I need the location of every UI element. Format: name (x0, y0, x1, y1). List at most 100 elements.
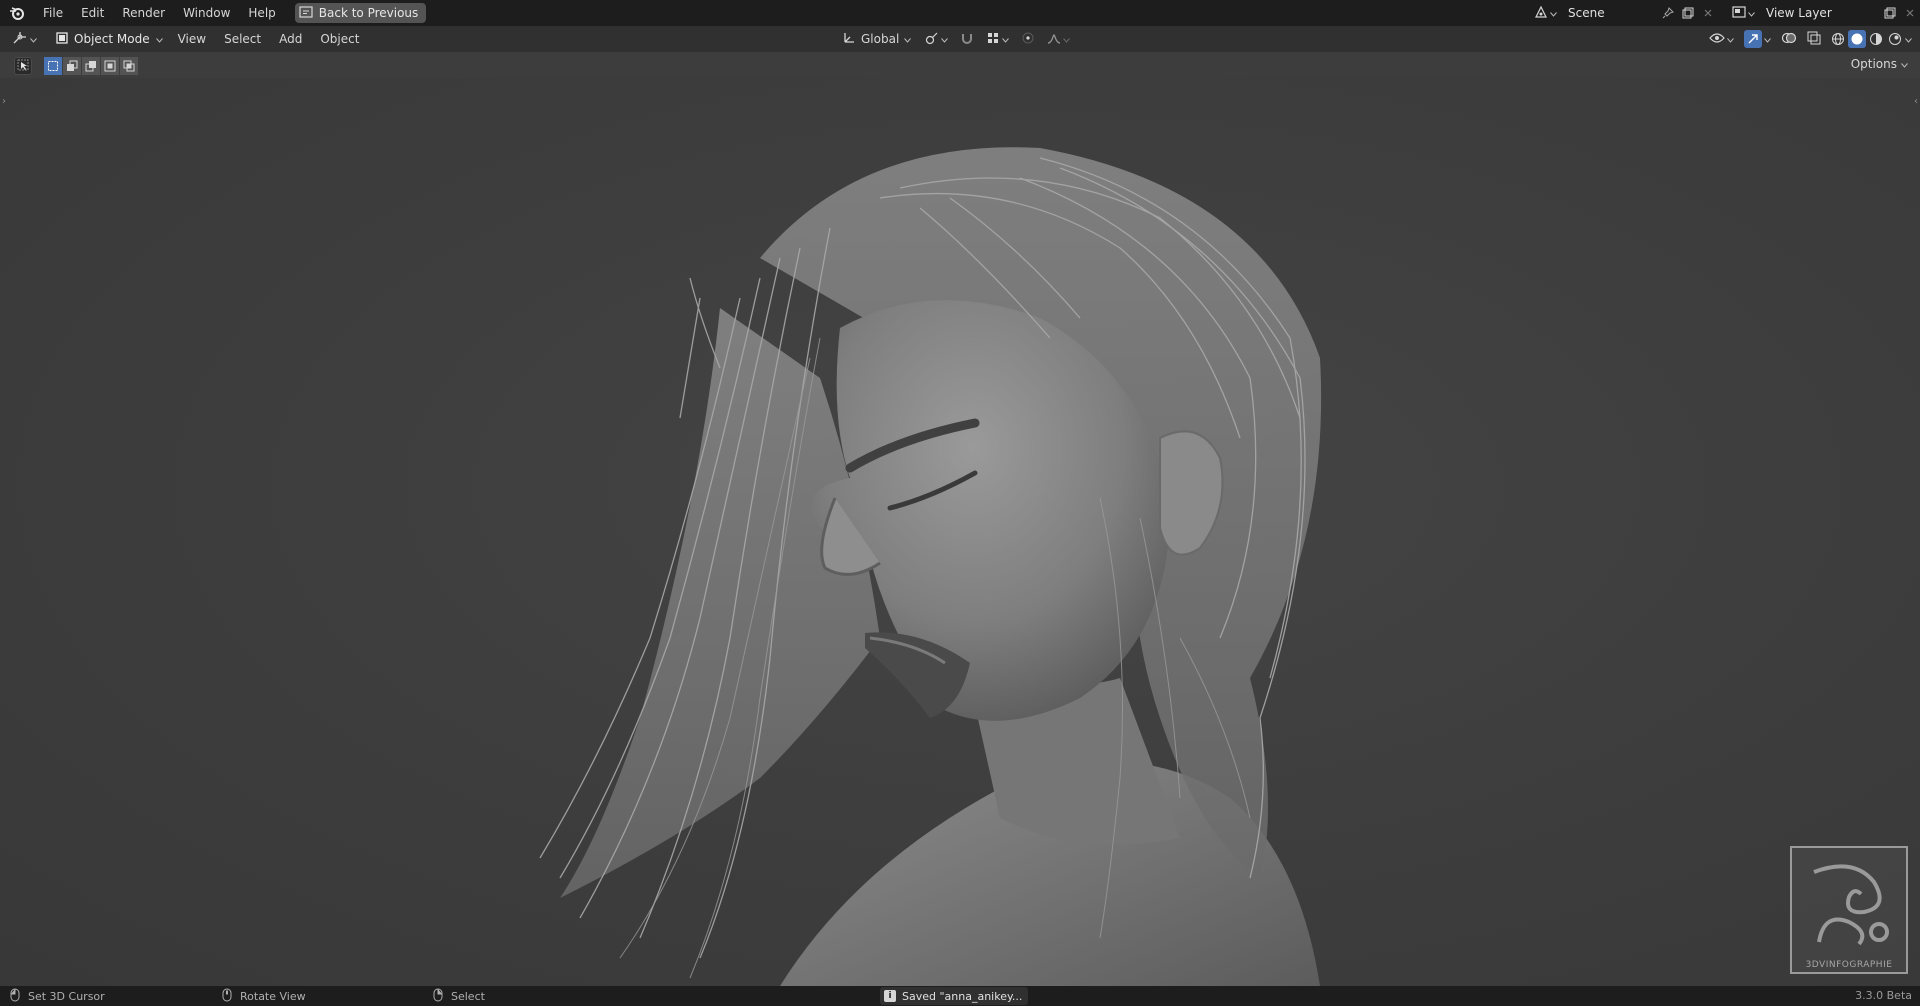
chevron-down-icon (30, 32, 37, 46)
snap-toggle[interactable] (956, 29, 978, 49)
pin-icon[interactable] (1658, 3, 1678, 23)
options-dropdown[interactable]: Options (1851, 57, 1908, 71)
eye-icon (1709, 32, 1725, 47)
scene-browse-button[interactable] (1528, 3, 1562, 23)
blender-version: 3.3.0 Beta (1855, 989, 1912, 1002)
chevron-down-icon (1901, 57, 1908, 71)
status-bar: Set 3D Cursor Rotate View Select i Saved… (0, 986, 1920, 1006)
chevron-down-icon (155, 32, 163, 46)
gizmo-toggle-group (1740, 29, 1775, 49)
orientation-label: Global (861, 32, 900, 46)
xray-toggle[interactable] (1803, 29, 1825, 49)
menu-file[interactable]: File (34, 3, 72, 23)
menu-add[interactable]: Add (270, 29, 311, 49)
screen-back-icon (299, 5, 313, 21)
save-report-text: Saved "anna_anikey... (902, 989, 1023, 1003)
scene-selector[interactable]: Scene (1528, 3, 1718, 23)
watermark-text: 3DVINFOGRAPHIE (1805, 960, 1893, 970)
active-tool-button[interactable] (14, 57, 32, 75)
view-layer-name-field[interactable]: View Layer (1760, 3, 1880, 23)
sculpted-character-model (539, 147, 1322, 986)
viewport-header: Object Mode View Select Add Object Globa… (0, 26, 1920, 52)
menu-select[interactable]: Select (215, 29, 270, 49)
proportional-edit-toggle[interactable] (1017, 29, 1039, 49)
scene-name-field[interactable]: Scene (1562, 3, 1658, 23)
save-report-message[interactable]: i Saved "anna_anikey... (880, 987, 1029, 1005)
transform-orientation-dropdown[interactable]: Global (836, 31, 917, 48)
view-layer-browse-button[interactable] (1726, 3, 1760, 23)
magnet-icon (960, 31, 974, 48)
middle-click-label: Rotate View (240, 989, 306, 1003)
right-click-label: Select (451, 989, 485, 1003)
xray-icon (1807, 31, 1821, 48)
status-left-click-hint: Set 3D Cursor (10, 986, 105, 1006)
tool-settings-bar: Options (0, 52, 1920, 78)
menu-render[interactable]: Render (113, 3, 174, 23)
rendered-shading-icon[interactable] (1886, 30, 1904, 48)
status-right-click-hint: Select (433, 986, 485, 1006)
select-invert-icon[interactable] (101, 57, 119, 75)
new-view-layer-icon[interactable] (1880, 3, 1900, 23)
left-click-label: Set 3D Cursor (28, 989, 105, 1003)
object-mode-dropdown[interactable]: Object Mode (50, 29, 169, 49)
back-to-previous-button[interactable]: Back to Previous (294, 3, 427, 23)
select-new-icon[interactable] (44, 57, 62, 75)
3d-viewport[interactable]: › ‹ 3DVINFOGRAPHIE (0, 78, 1920, 986)
delete-view-layer-icon[interactable] (1900, 3, 1920, 23)
view-layer-selector[interactable]: View Layer (1726, 3, 1920, 23)
mouse-right-icon (433, 988, 443, 1005)
material-preview-shading-icon[interactable] (1867, 30, 1885, 48)
watermark-logo: 3DVINFOGRAPHIE (1790, 846, 1908, 974)
workspace-selectors: Scene View Layer (1528, 0, 1920, 26)
spiral-logo-icon (1799, 852, 1899, 955)
viewport-display-controls (1705, 29, 1914, 49)
selection-mode-group (44, 57, 138, 75)
chevron-down-icon (1549, 6, 1557, 20)
cursor-tool-icon (17, 59, 29, 74)
gizmo-icon[interactable] (1744, 30, 1762, 48)
status-middle-click-hint: Rotate View (222, 986, 306, 1006)
orientation-axes-icon (842, 31, 856, 48)
falloff-dropdown[interactable] (1043, 29, 1074, 49)
menu-view[interactable]: View (169, 29, 215, 49)
falloff-curve-icon (1047, 31, 1061, 48)
snap-target-dropdown[interactable] (982, 29, 1013, 49)
chevron-down-icon (1747, 6, 1755, 20)
select-intersect-icon[interactable] (120, 57, 138, 75)
mouse-middle-icon (222, 988, 232, 1005)
wireframe-shading-icon[interactable] (1829, 30, 1847, 48)
chevron-down-icon (904, 32, 912, 46)
blender-logo-icon[interactable] (8, 4, 26, 22)
chevron-down-icon (1063, 32, 1071, 46)
select-subtract-icon[interactable] (82, 57, 100, 75)
snap-grid-icon (986, 31, 1000, 48)
overlays-toggle[interactable] (1777, 29, 1801, 49)
top-bar: File Edit Render Window Help Back to Pre… (0, 0, 1920, 26)
options-label: Options (1850, 57, 1897, 71)
info-icon: i (884, 990, 896, 1002)
menu-help[interactable]: Help (239, 3, 284, 23)
menu-window[interactable]: Window (174, 3, 239, 23)
scene-icon (1534, 5, 1548, 22)
pivot-point-dropdown[interactable] (921, 29, 952, 49)
menu-edit[interactable]: Edit (72, 3, 113, 23)
mouse-left-icon (10, 988, 20, 1005)
shading-mode-group (1827, 30, 1914, 48)
chevron-down-icon[interactable] (1764, 32, 1771, 46)
new-scene-icon[interactable] (1678, 3, 1698, 23)
select-extend-icon[interactable] (63, 57, 81, 75)
view-layer-icon (1731, 5, 1746, 21)
proportional-edit-icon (1021, 31, 1035, 48)
back-to-previous-label: Back to Previous (318, 6, 419, 20)
chevron-down-icon (1002, 32, 1010, 46)
editor-type-button[interactable] (12, 31, 40, 48)
visibility-dropdown[interactable] (1705, 29, 1738, 49)
object-mode-icon (56, 31, 68, 47)
chevron-down-icon[interactable] (1905, 32, 1912, 46)
editor-3d-view-icon (12, 31, 28, 48)
delete-scene-icon[interactable] (1698, 3, 1718, 23)
solid-shading-icon[interactable] (1848, 30, 1866, 48)
menu-object[interactable]: Object (311, 29, 368, 49)
transform-controls: Global (836, 29, 1074, 49)
chevron-down-icon (941, 32, 949, 46)
